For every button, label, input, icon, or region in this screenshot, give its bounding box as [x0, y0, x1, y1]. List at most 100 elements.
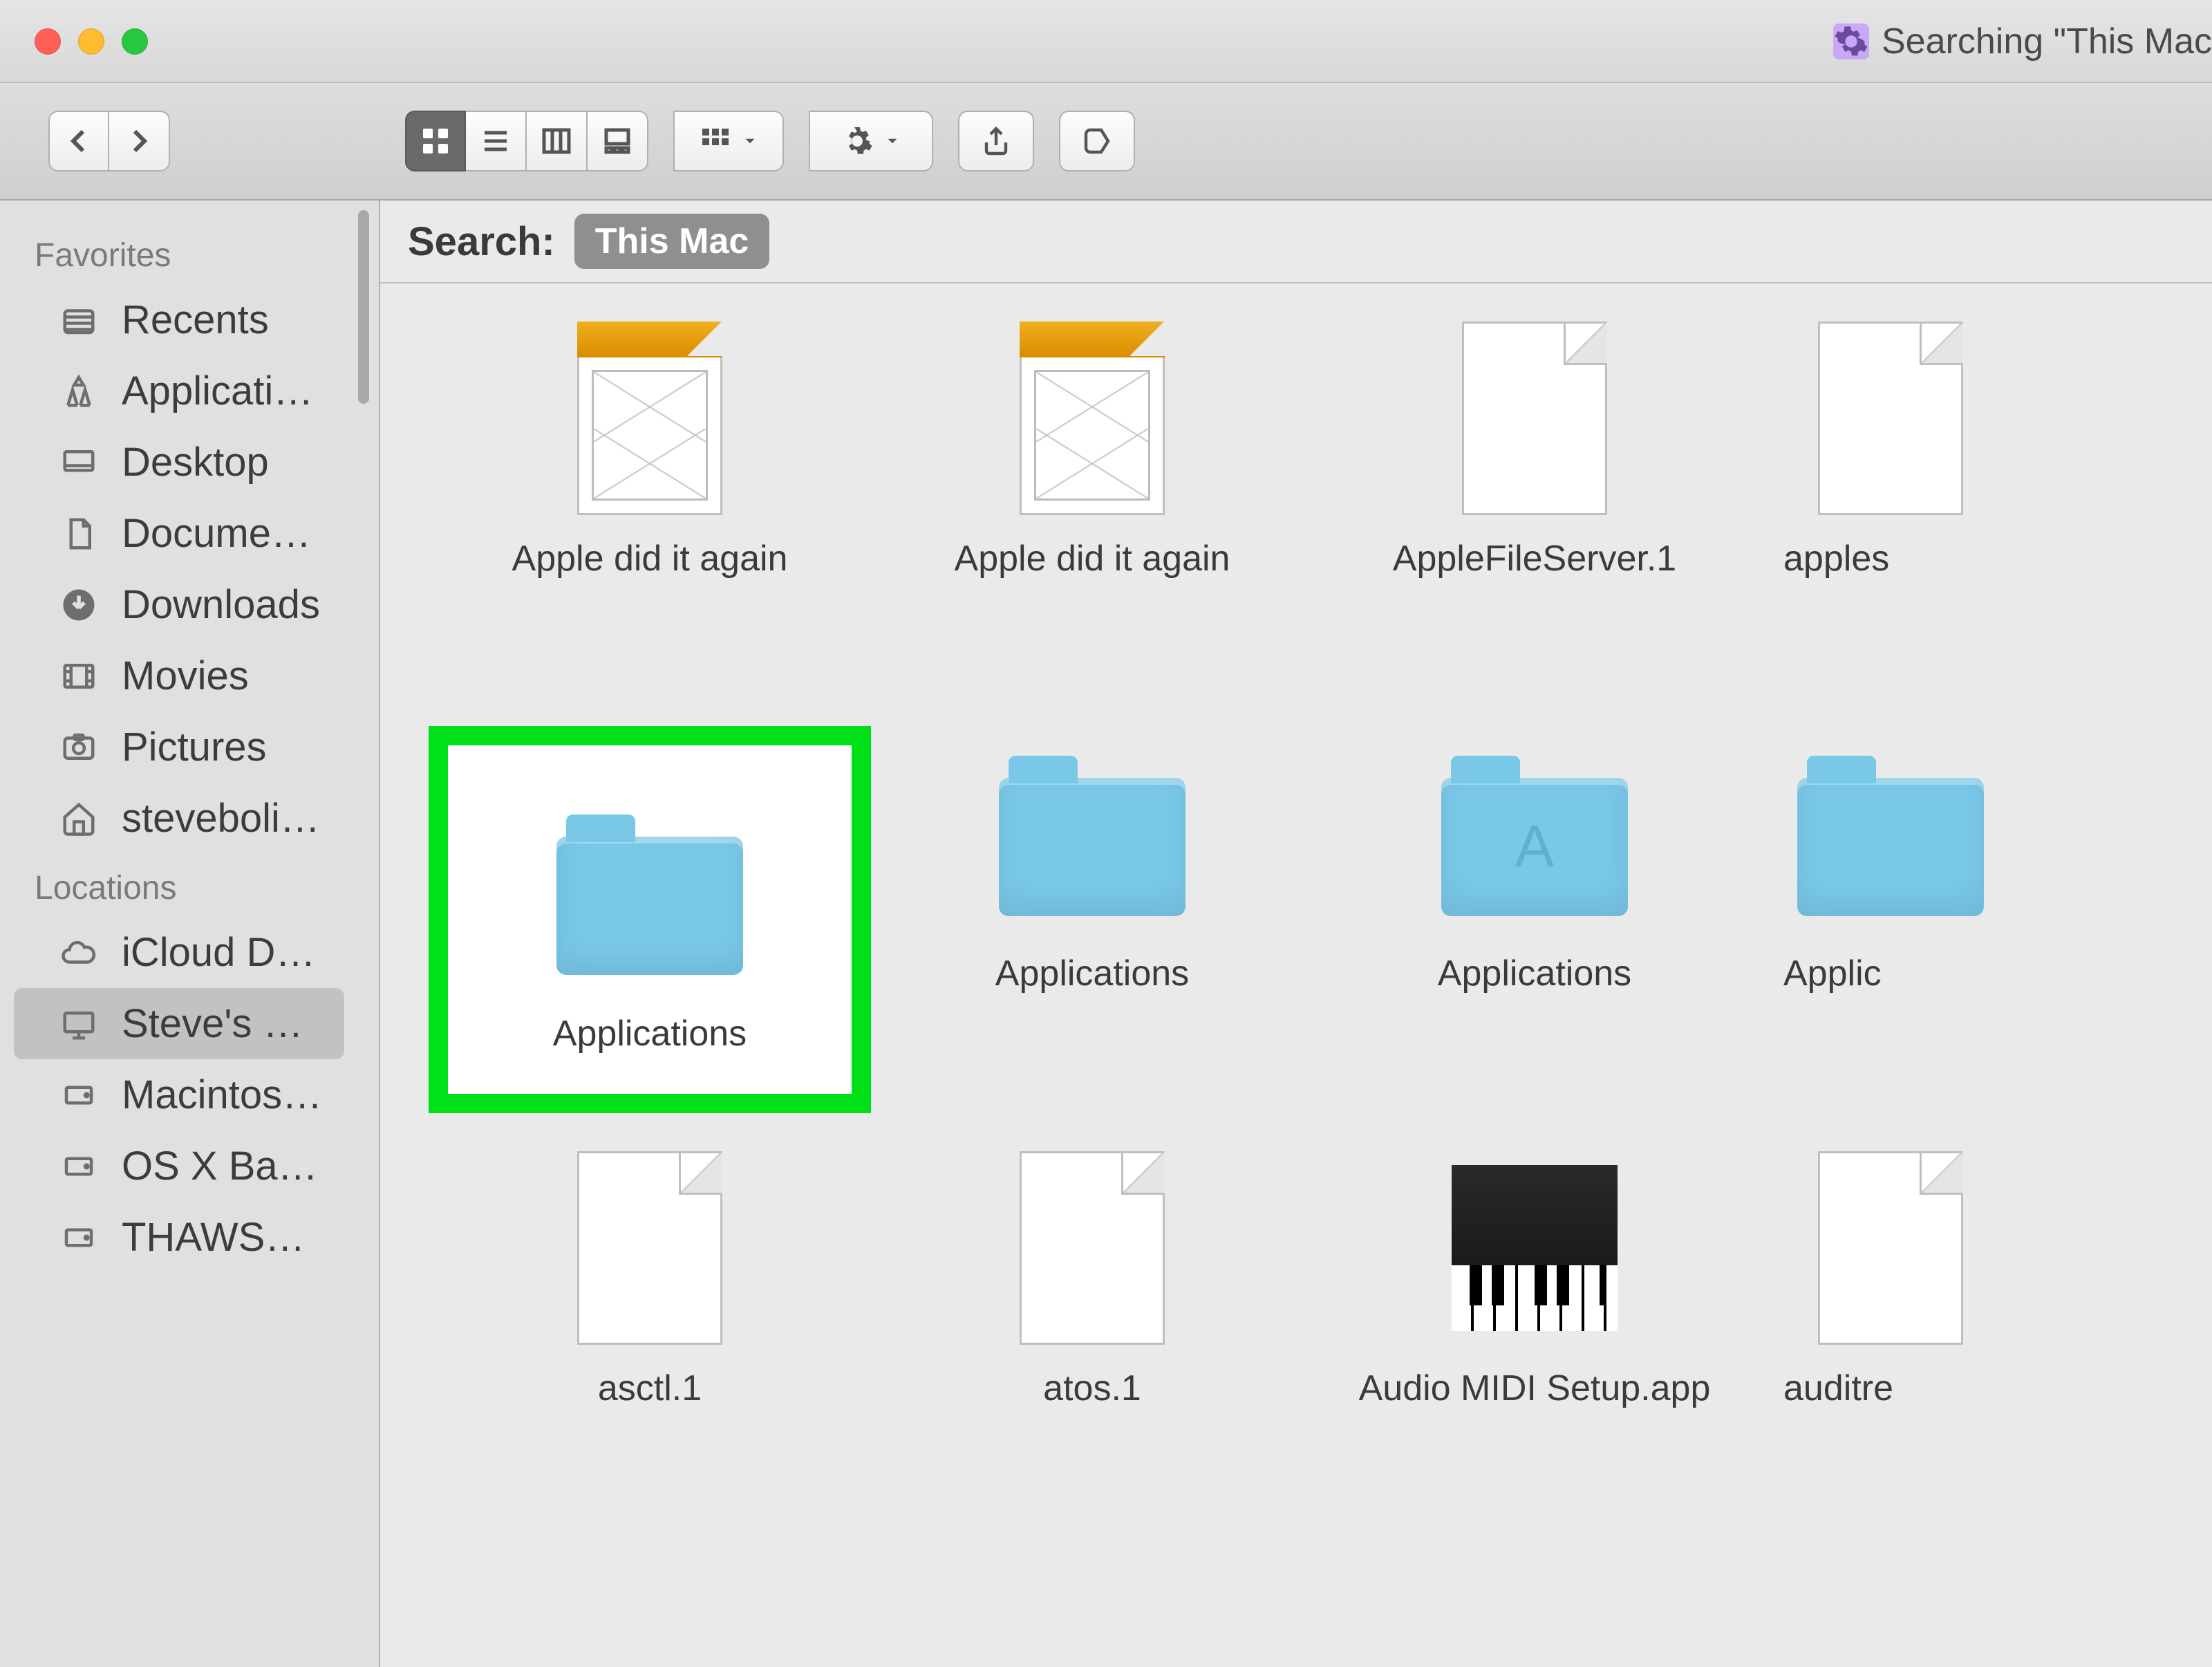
sidebar-item-home[interactable]: stevebolinger: [14, 783, 344, 854]
sidebar-item-computer[interactable]: Steve's Mac: [14, 988, 344, 1059]
tags-button[interactable]: [1059, 111, 1135, 171]
file-name: Applications: [553, 1013, 747, 1054]
file-name: Audio MIDI Setup.app: [1359, 1368, 1711, 1409]
window-title: Searching "This Mac: [1833, 21, 2212, 62]
sidebar-item-label: OS X Base…: [122, 1143, 324, 1189]
disk-icon: [55, 1148, 102, 1185]
folder-icon: [985, 726, 1199, 940]
sidebar-item-label: Macintosh…: [122, 1072, 324, 1118]
icon-view-button[interactable]: [405, 111, 466, 171]
sidebar-item-applications[interactable]: Applications: [14, 355, 344, 427]
desktop-icon: [55, 444, 102, 481]
file-item[interactable]: asctl.1: [429, 1141, 871, 1528]
back-button[interactable]: [48, 111, 109, 171]
sidebar-item-label: Movies: [122, 653, 249, 699]
column-view-button[interactable]: [527, 111, 588, 171]
document-file-icon: [1783, 311, 1998, 525]
sidebar-scrollbar[interactable]: [358, 210, 369, 404]
nav-buttons: [48, 111, 170, 171]
search-scope-this-mac[interactable]: This Mac: [574, 214, 770, 269]
arrange-button[interactable]: [673, 111, 784, 171]
file-item[interactable]: auditre: [1756, 1141, 2198, 1528]
sidebar-section-locations: Locations: [14, 854, 379, 917]
recents-icon: [55, 301, 102, 339]
mail-file-icon: [543, 311, 757, 525]
view-mode-buttons: [405, 111, 648, 171]
sidebar-item-disk-thawspace[interactable]: THAWSPACE: [14, 1202, 344, 1273]
sidebar: Favorites Recents Applications Desktop D…: [0, 201, 380, 1667]
file-item[interactable]: Applic: [1756, 726, 2198, 1113]
sidebar-item-label: Desktop: [122, 439, 269, 485]
sidebar-item-label: Applications: [122, 368, 324, 414]
fullscreen-window-button[interactable]: [122, 28, 148, 55]
file-item[interactable]: AppleFileServer.1: [1313, 311, 1756, 698]
sidebar-item-recents[interactable]: Recents: [14, 284, 344, 355]
disk-icon: [55, 1077, 102, 1114]
document-file-icon: [1427, 311, 1642, 525]
movies-icon: [55, 658, 102, 695]
chevron-down-icon: [741, 124, 759, 158]
results-grid: Apple did it again Apple did it again Ap…: [380, 283, 2212, 1667]
applications-folder-icon: A: [1427, 726, 1642, 940]
share-button[interactable]: [958, 111, 1034, 171]
home-icon: [55, 800, 102, 837]
finder-window: Searching "This Mac: [0, 0, 2212, 1667]
titlebar: Searching "This Mac: [0, 0, 2212, 83]
file-item[interactable]: A Applications: [1313, 726, 1756, 1113]
smart-folder-icon: [1833, 24, 1869, 59]
file-name: Applic: [1783, 953, 1882, 994]
search-scope-bar: Search: This Mac: [380, 201, 2212, 283]
folder-icon: [1783, 726, 1998, 940]
search-label: Search:: [408, 218, 555, 265]
disk-icon: [55, 1219, 102, 1256]
icloud-icon: [55, 934, 102, 971]
file-name: auditre: [1783, 1368, 1893, 1409]
chevron-down-icon: [883, 124, 901, 158]
file-item[interactable]: apples: [1756, 311, 2198, 698]
action-group: [809, 111, 933, 171]
sidebar-item-label: Downloads: [122, 581, 320, 628]
close-window-button[interactable]: [35, 28, 61, 55]
list-view-button[interactable]: [466, 111, 527, 171]
file-item[interactable]: atos.1: [871, 1141, 1313, 1528]
file-item[interactable]: Audio MIDI Setup.app: [1313, 1141, 1756, 1528]
sidebar-item-label: THAWSPACE: [122, 1214, 324, 1260]
sidebar-item-disk-osxbase[interactable]: OS X Base…: [14, 1130, 344, 1202]
sidebar-item-downloads[interactable]: Downloads: [14, 569, 344, 640]
file-item[interactable]: Applications: [871, 726, 1313, 1113]
gear-icon: [841, 124, 874, 158]
sidebar-item-disk-macintosh[interactable]: Macintosh…: [14, 1059, 344, 1130]
file-name: Apple did it again: [955, 538, 1230, 579]
sidebar-item-pictures[interactable]: Pictures: [14, 711, 344, 783]
sidebar-item-label: iCloud Drive: [122, 929, 324, 976]
documents-icon: [55, 515, 102, 552]
sidebar-item-movies[interactable]: Movies: [14, 640, 344, 711]
document-file-icon: [1783, 1141, 1998, 1355]
audio-midi-app-icon: [1427, 1141, 1642, 1355]
action-menu-button[interactable]: [809, 111, 933, 171]
document-file-icon: [543, 1141, 757, 1355]
sidebar-item-icloud[interactable]: iCloud Drive: [14, 917, 344, 988]
sidebar-item-label: Recents: [122, 297, 269, 343]
computer-icon: [55, 1005, 102, 1043]
sidebar-item-documents[interactable]: Documents: [14, 498, 344, 569]
file-item-highlighted[interactable]: Applications: [429, 726, 871, 1113]
window-body: Favorites Recents Applications Desktop D…: [0, 201, 2212, 1667]
applications-icon: [55, 373, 102, 410]
content-area: Search: This Mac Apple did it again Appl…: [380, 201, 2212, 1667]
file-name: apples: [1783, 538, 1889, 579]
minimize-window-button[interactable]: [78, 28, 104, 55]
sidebar-item-label: Documents: [122, 510, 324, 557]
toolbar: [0, 83, 2212, 201]
file-item[interactable]: Apple did it again: [871, 311, 1313, 698]
mail-file-icon: [985, 311, 1199, 525]
file-name: atos.1: [1043, 1368, 1141, 1409]
share-icon: [980, 124, 1013, 158]
sidebar-item-label: Pictures: [122, 724, 267, 770]
sidebar-item-desktop[interactable]: Desktop: [14, 427, 344, 498]
file-item[interactable]: Apple did it again: [429, 311, 871, 698]
file-name: asctl.1: [598, 1368, 702, 1409]
pictures-icon: [55, 729, 102, 766]
gallery-view-button[interactable]: [588, 111, 648, 171]
forward-button[interactable]: [109, 111, 170, 171]
